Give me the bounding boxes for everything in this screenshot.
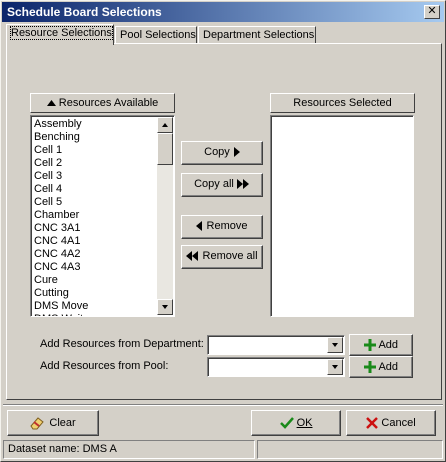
dialog-window: Schedule Board Selections ✕ Resource Sel…	[0, 0, 446, 462]
chevron-up-icon	[162, 123, 168, 127]
copy-all-label: Copy all	[194, 178, 234, 190]
scroll-down-button[interactable]	[157, 299, 173, 315]
department-dropdown-button[interactable]	[327, 337, 343, 353]
list-item[interactable]: Cure	[33, 274, 156, 287]
green-check-icon	[279, 417, 294, 429]
list-item[interactable]: Cell 5	[33, 196, 156, 209]
remove-button[interactable]: Remove	[181, 215, 263, 239]
list-item[interactable]: Cell 4	[33, 183, 156, 196]
tab-label: Resource Selections	[10, 26, 113, 40]
double-triangle-right-icon	[236, 179, 249, 190]
department-select[interactable]	[207, 335, 345, 355]
add-pool-button[interactable]: Add	[349, 356, 413, 378]
list-item[interactable]: Assembly	[33, 118, 156, 131]
dataset-status: Dataset name: DMS A	[3, 440, 255, 459]
resources-available-label: Resources Available	[58, 97, 159, 109]
tab-resource-selections[interactable]: Resource Selections	[6, 24, 114, 45]
list-item[interactable]: CNC 3A1	[33, 222, 156, 235]
triangle-up-icon	[46, 100, 56, 107]
red-x-icon	[366, 417, 379, 429]
green-plus-icon	[363, 339, 376, 352]
list-item[interactable]: Cutting	[33, 287, 156, 300]
list-item[interactable]: Cell 2	[33, 157, 156, 170]
window-title: Schedule Board Selections	[7, 5, 162, 19]
tab-panel: Resources Available Assembly Benching Cell…	[6, 43, 442, 400]
tab-pool-selections[interactable]: Pool Selections	[115, 26, 197, 44]
add-label: Add	[378, 339, 399, 351]
list-item[interactable]: CNC 4A1	[33, 235, 156, 248]
tab-label: Pool Selections	[120, 29, 196, 41]
tab-department-selections[interactable]: Department Selections	[198, 26, 316, 44]
resources-selected-list[interactable]	[270, 115, 414, 317]
list-item[interactable]: DMS Wait	[33, 313, 156, 316]
pool-select[interactable]	[207, 357, 345, 377]
vertical-scrollbar[interactable]	[157, 117, 173, 315]
remove-label: Remove	[206, 220, 248, 232]
status-bar: Dataset name: DMS A	[3, 440, 443, 460]
cancel-button[interactable]: Cancel	[346, 410, 436, 436]
list-item[interactable]: Cell 1	[33, 144, 156, 157]
double-triangle-left-icon	[186, 251, 199, 262]
resources-selected-header[interactable]: Resources Selected	[270, 93, 415, 113]
list-item[interactable]: Benching	[33, 131, 156, 144]
list-item[interactable]: Cell 3	[33, 170, 156, 183]
green-plus-icon	[363, 361, 376, 374]
chevron-down-icon	[162, 305, 168, 309]
copy-all-button[interactable]: Copy all	[181, 173, 263, 197]
triangle-left-icon	[196, 221, 203, 232]
clear-label: Clear	[49, 417, 76, 429]
close-button[interactable]: ✕	[424, 5, 440, 19]
status-extra	[257, 440, 443, 459]
title-bar: Schedule Board Selections ✕	[2, 2, 444, 22]
tab-label: Department Selections	[203, 29, 315, 41]
add-department-button[interactable]: Add	[349, 334, 413, 356]
ok-label: OK	[296, 417, 313, 429]
triangle-right-icon	[233, 147, 240, 158]
list-item[interactable]: Chamber	[33, 209, 156, 222]
resources-available-list[interactable]: Assembly Benching Cell 1 Cell 2 Cell 3 Cell 4…	[30, 115, 175, 317]
close-icon: ✕	[427, 5, 437, 17]
add-label: Add	[378, 361, 399, 373]
scroll-thumb[interactable]	[157, 133, 173, 165]
divider	[3, 404, 443, 406]
pool-label: Add Resources from Pool:	[40, 360, 169, 372]
cancel-label: Cancel	[381, 417, 416, 429]
department-label: Add Resources from Department:	[40, 338, 204, 350]
list-item[interactable]: CNC 4A2	[33, 248, 156, 261]
remove-all-label: Remove all	[202, 250, 258, 262]
clear-button[interactable]: Clear	[7, 410, 99, 436]
resources-available-header[interactable]: Resources Available	[30, 93, 175, 113]
resources-available-items: Assembly Benching Cell 1 Cell 2 Cell 3 Cell 4…	[33, 118, 156, 316]
list-item[interactable]: CNC 4A3	[33, 261, 156, 274]
remove-all-button[interactable]: Remove all	[181, 245, 263, 269]
eraser-icon	[30, 417, 45, 430]
pool-dropdown-button[interactable]	[327, 359, 343, 375]
chevron-down-icon	[332, 365, 338, 369]
copy-button[interactable]: Copy	[181, 141, 263, 165]
ok-button[interactable]: OK	[251, 410, 341, 436]
chevron-down-icon	[332, 343, 338, 347]
scroll-up-button[interactable]	[157, 117, 173, 133]
resources-selected-label: Resources Selected	[293, 97, 392, 109]
list-item[interactable]: DMS Move	[33, 300, 156, 313]
copy-label: Copy	[204, 146, 230, 158]
